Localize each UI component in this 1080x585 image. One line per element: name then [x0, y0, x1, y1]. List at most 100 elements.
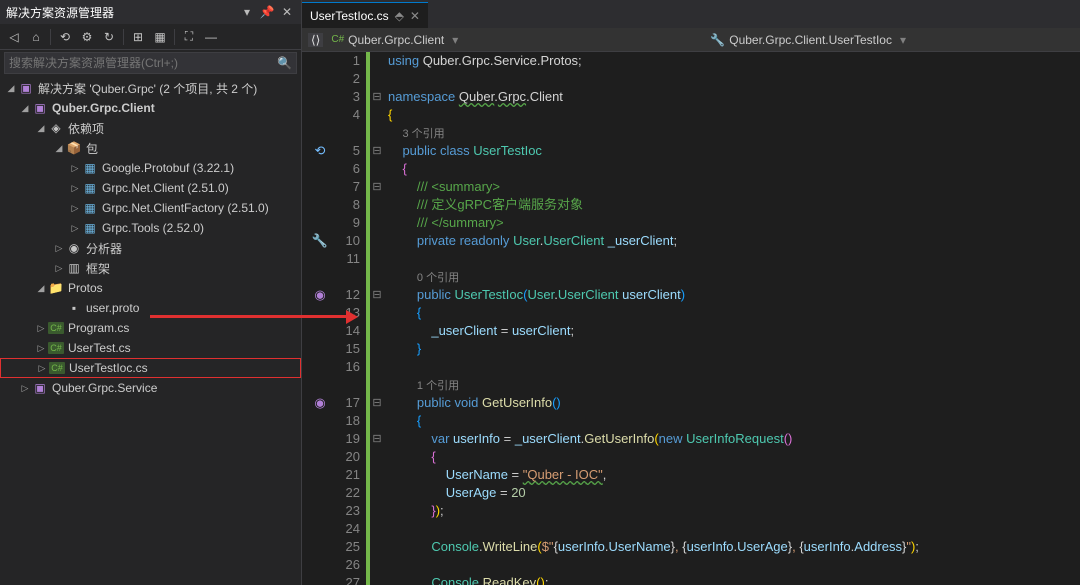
- fold-icon[interactable]: [370, 556, 384, 574]
- tree-item----[interactable]: ◢ ◈ 依赖项: [0, 118, 301, 138]
- fold-icon[interactable]: [370, 412, 384, 430]
- expand-icon[interactable]: ◢: [52, 143, 66, 154]
- breadcrumb-project[interactable]: C# Quber.Grpc.Client: [331, 33, 444, 47]
- code-line-1[interactable]: 1 using Quber.Grpc.Service.Protos;: [308, 52, 1080, 70]
- code-line-12[interactable]: ◉ 12 ⊟ public UserTestIoc(User.UserClien…: [308, 286, 1080, 304]
- code-line-25[interactable]: 25 Console.WriteLine($"{userInfo.UserNam…: [308, 538, 1080, 556]
- tree-item---[interactable]: ▷ ▥ 框架: [0, 258, 301, 278]
- code-line-4[interactable]: 4 {: [308, 106, 1080, 124]
- fold-icon[interactable]: [370, 322, 384, 340]
- tree-item-program-cs[interactable]: ▷ C# Program.cs: [0, 318, 301, 338]
- search-box[interactable]: 🔍: [4, 52, 297, 74]
- expand-icon[interactable]: ▷: [52, 263, 66, 274]
- code-line-18[interactable]: 18 {: [308, 412, 1080, 430]
- tree-item-grpc-net-client--2-51-0-[interactable]: ▷ ▦ Grpc.Net.Client (2.51.0): [0, 178, 301, 198]
- fold-icon[interactable]: ⊟: [370, 88, 384, 106]
- code-line-2[interactable]: 2: [308, 70, 1080, 88]
- fold-icon[interactable]: [370, 106, 384, 124]
- search-icon[interactable]: 🔍: [277, 56, 292, 70]
- tool-icon[interactable]: ⚙: [77, 27, 97, 47]
- code-line-14[interactable]: 14 _userClient = userClient;: [308, 322, 1080, 340]
- code-line-26[interactable]: 26: [308, 556, 1080, 574]
- code-line-21[interactable]: 21 UserName = "Quber - IOC",: [308, 466, 1080, 484]
- fold-icon[interactable]: [370, 376, 384, 394]
- tree-item-quber-grpc-service[interactable]: ▷ ▣ Quber.Grpc.Service: [0, 378, 301, 398]
- fold-icon[interactable]: [370, 484, 384, 502]
- fold-icon[interactable]: ⊟: [370, 430, 384, 448]
- filter-icon[interactable]: ⊞: [128, 27, 148, 47]
- fold-icon[interactable]: ⊟: [370, 286, 384, 304]
- tree-item-quber-grpc-client[interactable]: ◢ ▣ Quber.Grpc.Client: [0, 98, 301, 118]
- fold-icon[interactable]: [370, 340, 384, 358]
- expand-icon[interactable]: ◢: [4, 83, 18, 94]
- close-icon[interactable]: ✕: [410, 9, 420, 23]
- nav-split-icon[interactable]: ⟨⟩: [308, 33, 323, 47]
- tree-item-grpc-net-clientfactory--2-51-0-[interactable]: ▷ ▦ Grpc.Net.ClientFactory (2.51.0): [0, 198, 301, 218]
- back-icon[interactable]: ◁: [4, 27, 24, 47]
- code-line-27[interactable]: 27 Console.ReadKey();: [308, 574, 1080, 585]
- home-icon[interactable]: ⌂: [26, 27, 46, 47]
- fold-icon[interactable]: [370, 358, 384, 376]
- code-line-7[interactable]: 7 ⊟ /// <summary>: [308, 178, 1080, 196]
- fold-icon[interactable]: [370, 520, 384, 538]
- code-line-8[interactable]: 8 /// 定义gRPC客户端服务对象: [308, 196, 1080, 214]
- code-line-11[interactable]: 11: [308, 250, 1080, 268]
- code-line-3[interactable]: 3 ⊟ namespace Quber.Grpc.Client: [308, 88, 1080, 106]
- code-line-6[interactable]: 6 {: [308, 160, 1080, 178]
- solution-root[interactable]: ◢ ▣ 解决方案 'Quber.Grpc' (2 个项目, 共 2 个): [0, 78, 301, 98]
- fold-icon[interactable]: ⊟: [370, 142, 384, 160]
- showall-icon[interactable]: ▦: [150, 27, 170, 47]
- search-input[interactable]: [9, 56, 277, 70]
- code-line-9[interactable]: 9 /// </summary>: [308, 214, 1080, 232]
- expand-icon[interactable]: ◢: [34, 123, 48, 134]
- fold-icon[interactable]: [370, 304, 384, 322]
- expand-icon[interactable]: ▷: [52, 243, 66, 254]
- fold-icon[interactable]: [370, 574, 384, 585]
- expand-icon[interactable]: ▷: [18, 383, 32, 394]
- code-editor[interactable]: 1 using Quber.Grpc.Service.Protos; 2 3 ⊟…: [302, 52, 1080, 585]
- expand-icon[interactable]: ◢: [18, 103, 32, 114]
- expand-icon[interactable]: ▷: [35, 363, 49, 374]
- fold-icon[interactable]: [370, 538, 384, 556]
- dropdown-icon[interactable]: ▾: [239, 4, 255, 20]
- expand-icon[interactable]: ▷: [68, 163, 82, 174]
- tree-item-grpc-tools--2-52-0-[interactable]: ▷ ▦ Grpc.Tools (2.52.0): [0, 218, 301, 238]
- code-line-19[interactable]: 19 ⊟ var userInfo = _userClient.GetUserI…: [308, 430, 1080, 448]
- code-line-20[interactable]: 20 {: [308, 448, 1080, 466]
- expand-icon[interactable]: ▷: [68, 203, 82, 214]
- code-line-23[interactable]: 23 });: [308, 502, 1080, 520]
- expand-icon[interactable]: ▷: [68, 183, 82, 194]
- tree-item-usertest-cs[interactable]: ▷ C# UserTest.cs: [0, 338, 301, 358]
- fold-icon[interactable]: [370, 52, 384, 70]
- fold-icon[interactable]: [370, 448, 384, 466]
- code-line-lens[interactable]: 3 个引用: [308, 124, 1080, 142]
- code-line-17[interactable]: ◉ 17 ⊟ public void GetUserInfo(): [308, 394, 1080, 412]
- view-icon[interactable]: —: [201, 27, 221, 47]
- fold-icon[interactable]: [370, 124, 384, 142]
- code-line-13[interactable]: 13 {: [308, 304, 1080, 322]
- pin-icon[interactable]: 📌: [259, 4, 275, 20]
- tree-item--[interactable]: ◢ 📦 包: [0, 138, 301, 158]
- code-line-10[interactable]: 🔧 10 private readonly User.UserClient _u…: [308, 232, 1080, 250]
- expand-icon[interactable]: ◢: [34, 283, 48, 294]
- fold-icon[interactable]: ⊟: [370, 394, 384, 412]
- pin-icon[interactable]: ⬘: [395, 9, 404, 23]
- fold-icon[interactable]: [370, 250, 384, 268]
- code-line-lens[interactable]: 1 个引用: [308, 376, 1080, 394]
- code-line-5[interactable]: ⟲ 5 ⊟ public class UserTestIoc: [308, 142, 1080, 160]
- code-line-16[interactable]: 16: [308, 358, 1080, 376]
- fold-icon[interactable]: [370, 160, 384, 178]
- tree-item-usertestioc-cs[interactable]: ▷ C# UserTestIoc.cs: [0, 358, 301, 378]
- fold-icon[interactable]: [370, 232, 384, 250]
- fold-icon[interactable]: ⊟: [370, 178, 384, 196]
- fold-icon[interactable]: [370, 268, 384, 286]
- expand-icon[interactable]: ▷: [68, 223, 82, 234]
- sync-icon[interactable]: ⟲: [55, 27, 75, 47]
- expand-icon[interactable]: ▷: [34, 323, 48, 334]
- tree-item----[interactable]: ▷ ◉ 分析器: [0, 238, 301, 258]
- code-line-22[interactable]: 22 UserAge = 20: [308, 484, 1080, 502]
- close-icon[interactable]: ✕: [279, 4, 295, 20]
- fold-icon[interactable]: [370, 466, 384, 484]
- fold-icon[interactable]: [370, 502, 384, 520]
- tree-item-protos[interactable]: ◢ 📁 Protos: [0, 278, 301, 298]
